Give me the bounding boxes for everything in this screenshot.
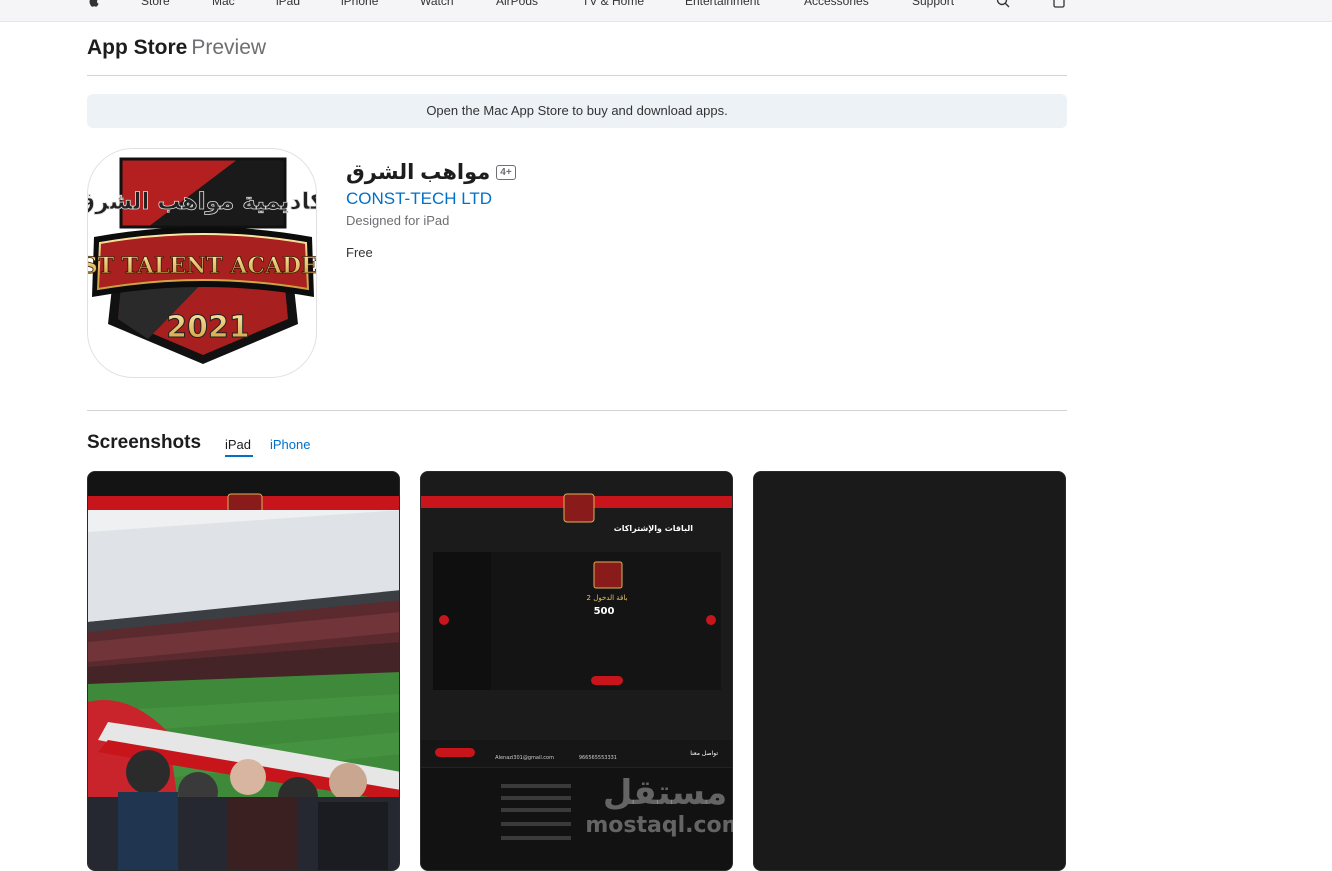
app-store-local-nav: App Store Preview [87, 36, 1067, 76]
global-nav: Store Mac iPad iPhone Watch AirPods TV &… [0, 0, 1332, 22]
screenshots-title: Screenshots [87, 432, 202, 453]
nav-entertainment[interactable]: Entertainment [685, 0, 760, 8]
screenshots-header: Screenshots iPad iPhone [87, 430, 1067, 460]
age-rating-badge: 4+ [496, 164, 516, 180]
nav-accessories[interactable]: Accessories [804, 0, 869, 8]
contact-phone: 966565553331 [579, 755, 617, 761]
app-title: مواهب الشرق [346, 160, 491, 184]
nav-store[interactable]: Store [141, 0, 170, 8]
developer-link[interactable]: CONST-TECH LTD [346, 189, 1066, 209]
search-icon[interactable] [996, 0, 1010, 8]
logo-ribbon-text: EAST TALENT ACADEMY [88, 253, 317, 279]
app-store-title[interactable]: App Store [87, 36, 187, 59]
contact-email: Alenazi301@gmail.com [495, 755, 554, 761]
app-header: مواهب الشرق 4+ CONST-TECH LTD Designed f… [346, 157, 1066, 260]
logo-arabic-text: أكاديمية مواهب الشرق [88, 185, 317, 215]
mostaql-watermark: مستقل mostaql.com [585, 773, 744, 838]
price-label: Free [346, 245, 373, 260]
section-divider [87, 410, 1067, 411]
logo-year-text: 2021 [166, 310, 250, 345]
nav-mac[interactable]: Mac [212, 0, 235, 8]
screenshot-3[interactable] [753, 471, 1066, 871]
app-icon: أكاديمية مواهب الشرق EAST TALENT ACADEMY… [87, 148, 317, 378]
designed-for-label: Designed for iPad [346, 213, 450, 228]
nav-tv-home[interactable]: TV & Home [582, 0, 644, 8]
apple-logo-icon[interactable] [87, 0, 101, 8]
east-talent-academy-logo: أكاديمية مواهب الشرق EAST TALENT ACADEMY… [88, 157, 317, 364]
contact-heading: تواصل معنا [690, 750, 718, 757]
stadium-screenshot-image [88, 472, 399, 870]
app-title-row: مواهب الشرق 4+ [346, 157, 1066, 187]
watermark-arabic: مستقل [603, 773, 727, 813]
shopping-bag-icon[interactable] [1052, 0, 1066, 8]
tab-iphone[interactable]: iPhone [270, 437, 310, 452]
package-price: 500 [594, 606, 615, 617]
packages-heading: الباقات والإشتراكات [614, 524, 694, 533]
nav-watch[interactable]: Watch [420, 0, 454, 8]
active-tab-indicator [225, 455, 253, 457]
nav-ipad[interactable]: iPad [276, 0, 300, 8]
tab-ipad[interactable]: iPad [225, 437, 251, 452]
package-name: باقة الدخول 2 [587, 594, 628, 602]
nav-iphone[interactable]: iPhone [341, 0, 378, 8]
mac-app-store-banner: Open the Mac App Store to buy and downlo… [87, 94, 1067, 128]
nav-airpods[interactable]: AirPods [496, 0, 538, 8]
watermark-latin: mostaql.com [585, 813, 744, 838]
nav-support[interactable]: Support [912, 0, 954, 8]
preview-label: Preview [191, 36, 267, 59]
screenshot-1[interactable] [87, 471, 400, 871]
